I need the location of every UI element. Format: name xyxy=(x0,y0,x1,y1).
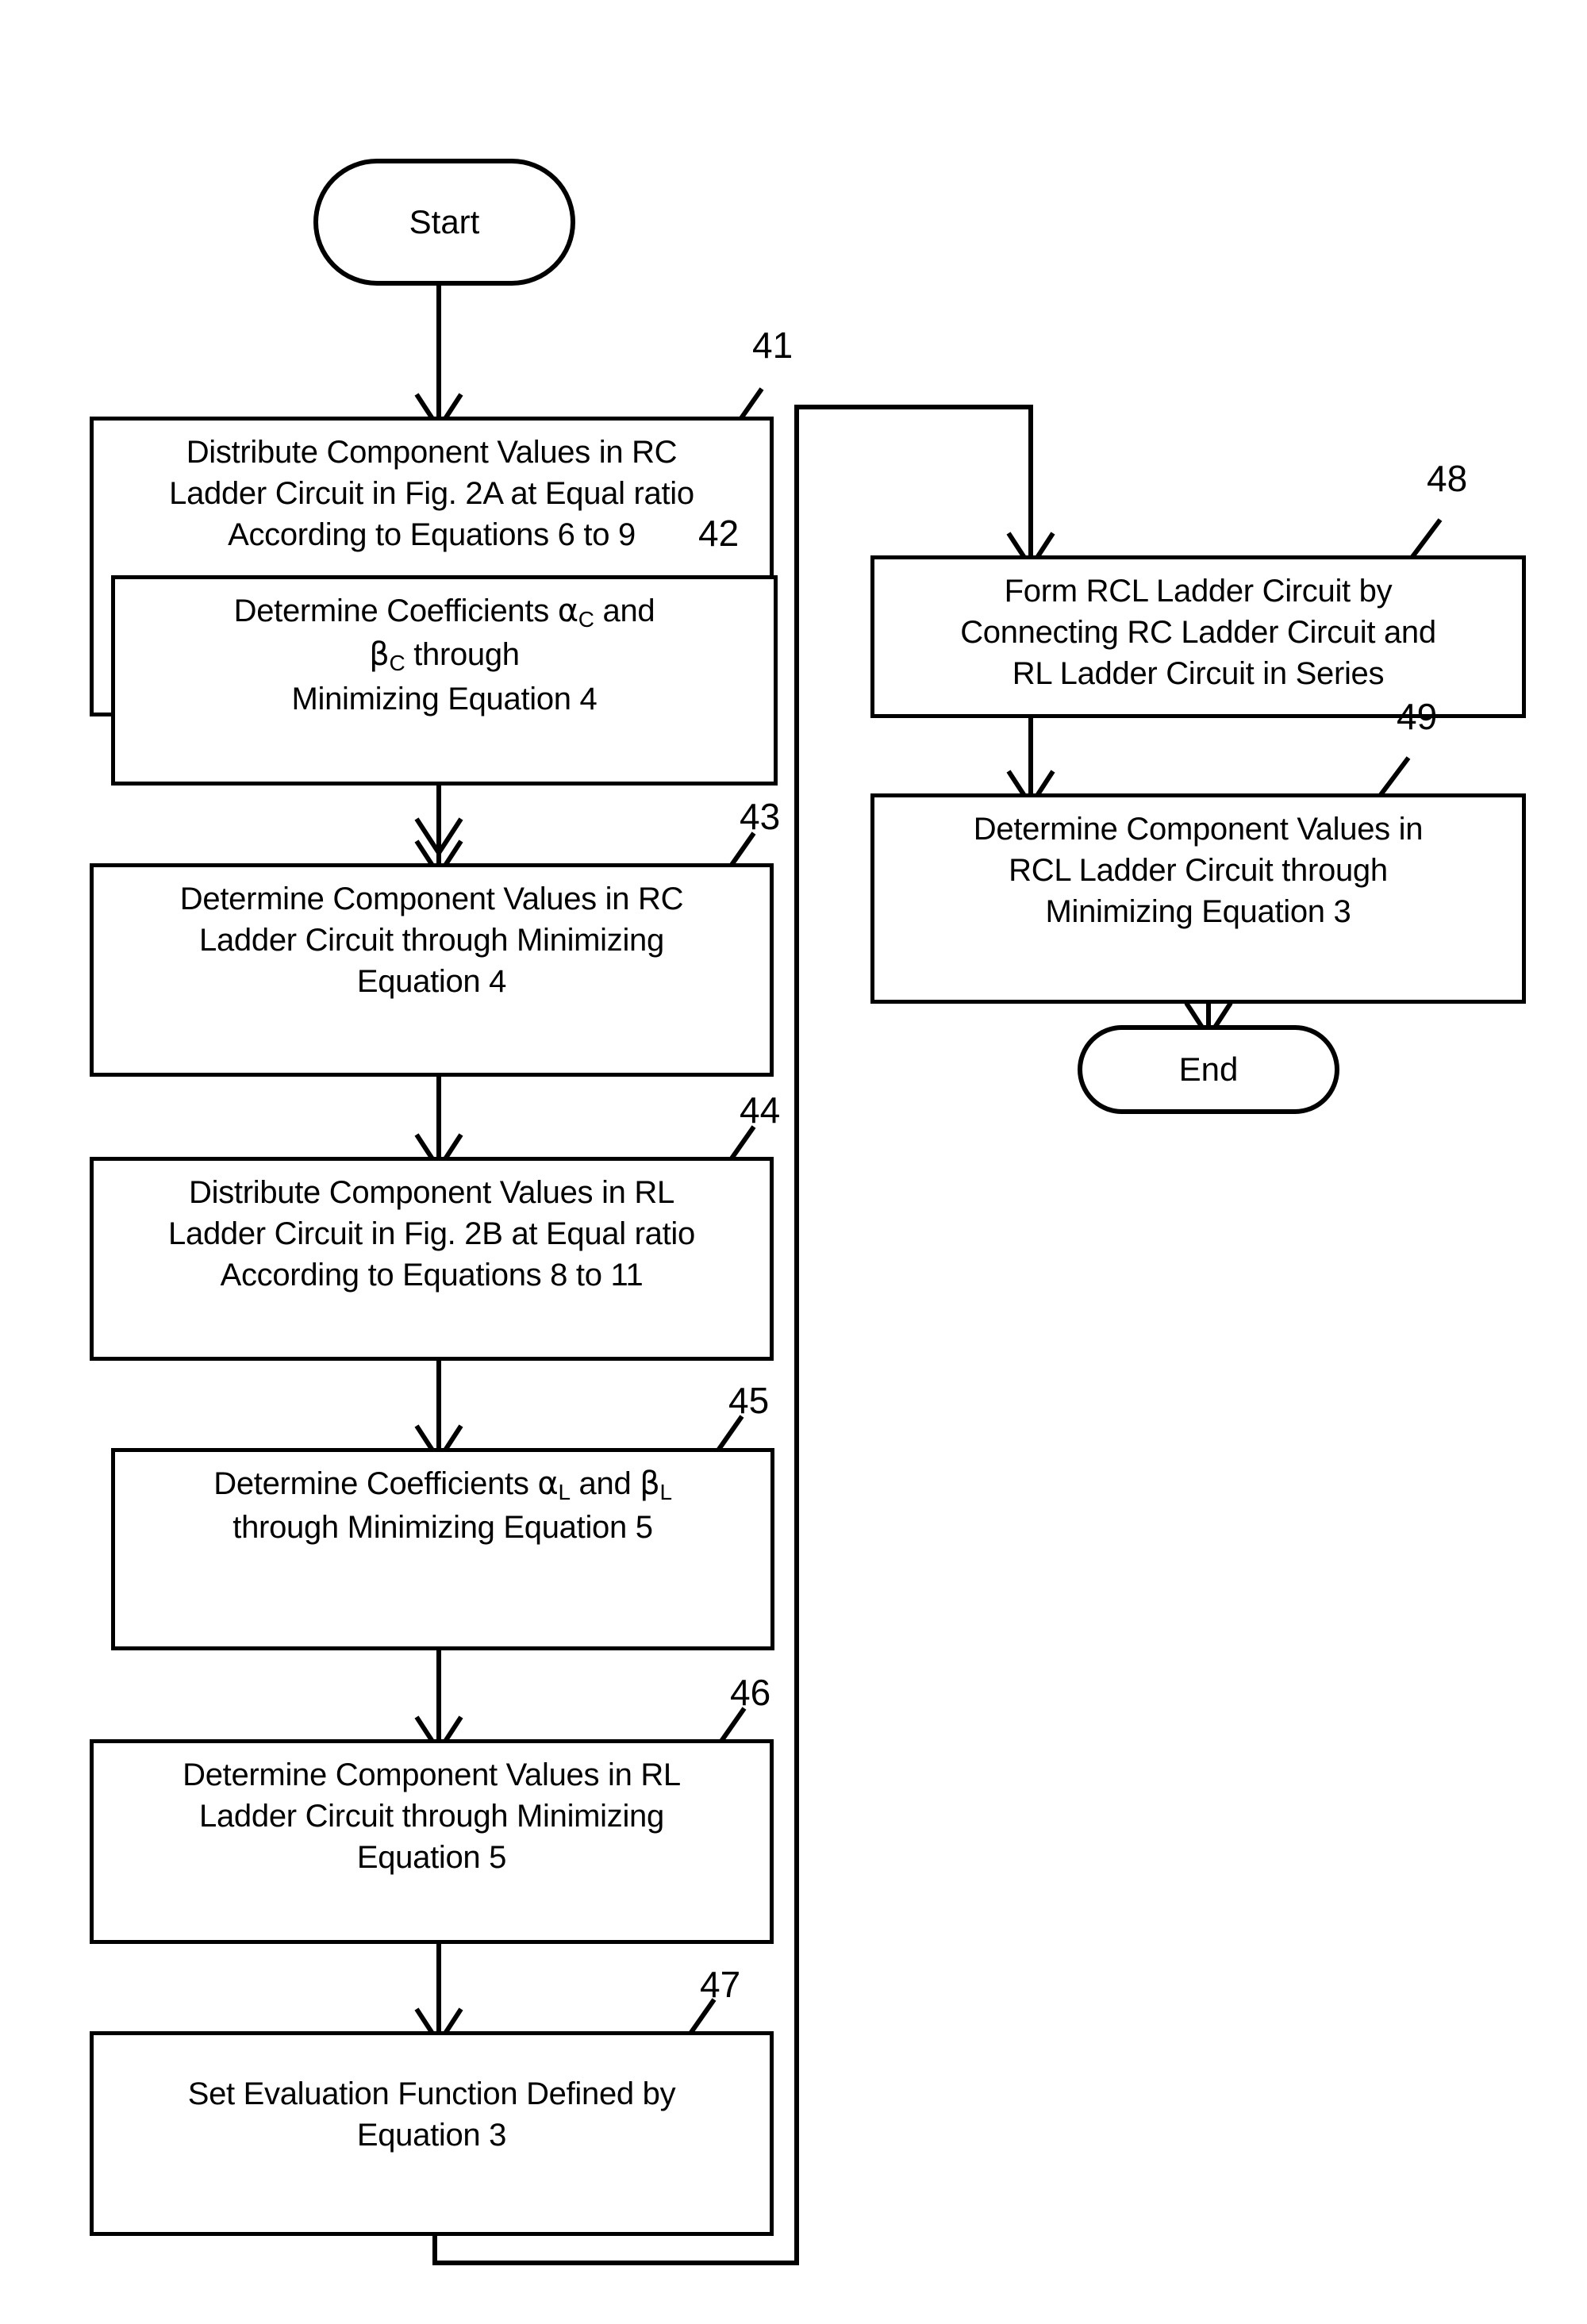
reference-label-46: 46 xyxy=(730,1672,771,1713)
node-46-line-3: Equation 5 xyxy=(356,1840,507,1875)
process-node-47[interactable]: Set Evaluation Function Defined by Equat… xyxy=(90,2031,774,2236)
node-48-line-1: Form RCL Ladder Circuit by xyxy=(1004,574,1393,609)
node-49-line-3: Minimizing Equation 3 xyxy=(1045,894,1351,929)
reference-label-42: 42 xyxy=(698,513,740,554)
flowchart-canvas: Start Distribute Component Values in RC … xyxy=(0,0,1587,2324)
process-node-42[interactable]: Determine Coefficients αC and βC through… xyxy=(111,575,778,786)
node-47-line-2: Equation 3 xyxy=(356,2118,507,2153)
reference-label-47: 47 xyxy=(700,1964,741,2005)
process-node-48-text: Form RCL Ladder Circuit by Connecting RC… xyxy=(874,570,1522,694)
process-node-41-text: Distribute Component Values in RC Ladder… xyxy=(94,432,770,555)
reference-label-45: 45 xyxy=(728,1380,770,1421)
node-48-line-2: Connecting RC Ladder Circuit and xyxy=(960,615,1436,650)
node-47-line-1: Set Evaluation Function Defined by xyxy=(187,2076,676,2111)
node-45-alpha-subscript: L xyxy=(558,1480,571,1504)
terminal-start[interactable]: Start xyxy=(313,159,575,286)
process-node-46[interactable]: Determine Component Values in RL Ladder … xyxy=(90,1739,774,1944)
node-45-line-1a: Determine Coefficients xyxy=(213,1466,538,1501)
process-node-46-text: Determine Component Values in RL Ladder … xyxy=(94,1754,770,1878)
node-42-line-1a: Determine Coefficients xyxy=(233,593,558,628)
process-node-43[interactable]: Determine Component Values in RC Ladder … xyxy=(90,863,774,1077)
node-49-line-2: RCL Ladder Circuit through xyxy=(1009,853,1388,888)
node-45-beta-symbol: β xyxy=(640,1465,660,1502)
node-43-line-3: Equation 4 xyxy=(356,964,507,999)
arrowhead-42 xyxy=(414,817,463,858)
node-45-beta-subscript: L xyxy=(659,1480,672,1504)
node-45-line-1d: and xyxy=(570,1466,640,1501)
process-node-45-text: Determine Coefficients αL and βL through… xyxy=(115,1463,770,1548)
node-45-alpha-symbol: α xyxy=(537,1465,559,1502)
node-42-beta-subscript: C xyxy=(389,651,405,676)
node-42-alpha-subscript: C xyxy=(578,607,594,632)
process-node-49-text: Determine Component Values in RCL Ladder… xyxy=(874,809,1522,932)
reference-label-44: 44 xyxy=(740,1089,781,1131)
reference-label-48: 48 xyxy=(1427,458,1468,499)
node-43-line-1: Determine Component Values in RC xyxy=(179,882,684,916)
node-44-line-2: Ladder Circuit in Fig. 2B at Equal ratio xyxy=(168,1216,695,1251)
node-42-line-2c: through xyxy=(405,637,520,673)
reference-label-49: 49 xyxy=(1397,696,1438,737)
reference-label-41: 41 xyxy=(752,325,794,366)
process-node-44[interactable]: Distribute Component Values in RL Ladder… xyxy=(90,1157,774,1361)
terminal-end[interactable]: End xyxy=(1078,1025,1339,1114)
process-node-44-text: Distribute Component Values in RL Ladder… xyxy=(94,1172,770,1296)
node-44-line-3: According to Equations 8 to 11 xyxy=(220,1258,644,1293)
node-48-line-3: RL Ladder Circuit in Series xyxy=(1012,656,1385,691)
node-42-line-1d: and xyxy=(594,593,655,628)
process-node-48[interactable]: Form RCL Ladder Circuit by Connecting RC… xyxy=(870,555,1526,718)
node-49-line-1: Determine Component Values in xyxy=(973,812,1424,847)
node-45-line-2: through Minimizing Equation 5 xyxy=(232,1510,653,1546)
node-46-line-1: Determine Component Values in RL xyxy=(183,1757,681,1792)
node-41-line-1: Distribute Component Values in RC xyxy=(186,435,678,470)
terminal-start-label: Start xyxy=(409,203,480,240)
node-44-line-1: Distribute Component Values in RL xyxy=(189,1175,674,1210)
node-43-line-2: Ladder Circuit through Minimizing xyxy=(199,923,664,958)
node-41-line-2: Ladder Circuit in Fig. 2A at Equal ratio xyxy=(169,476,694,511)
terminal-end-label: End xyxy=(1178,1051,1239,1088)
reference-label-43: 43 xyxy=(740,796,781,837)
process-node-49[interactable]: Determine Component Values in RCL Ladder… xyxy=(870,793,1526,1004)
process-node-47-text: Set Evaluation Function Defined by Equat… xyxy=(94,2046,770,2156)
node-42-alpha-symbol: α xyxy=(557,593,578,629)
process-node-42-text: Determine Coefficients αC and βC through… xyxy=(115,590,774,720)
node-41-line-3: According to Equations 6 to 9 xyxy=(228,517,636,552)
process-node-45[interactable]: Determine Coefficients αL and βL through… xyxy=(111,1448,774,1650)
process-node-43-text: Determine Component Values in RC Ladder … xyxy=(94,878,770,1002)
node-42-line-3: Minimizing Equation 4 xyxy=(291,681,598,716)
node-46-line-2: Ladder Circuit through Minimizing xyxy=(199,1799,664,1834)
node-42-beta-symbol: β xyxy=(369,636,390,674)
